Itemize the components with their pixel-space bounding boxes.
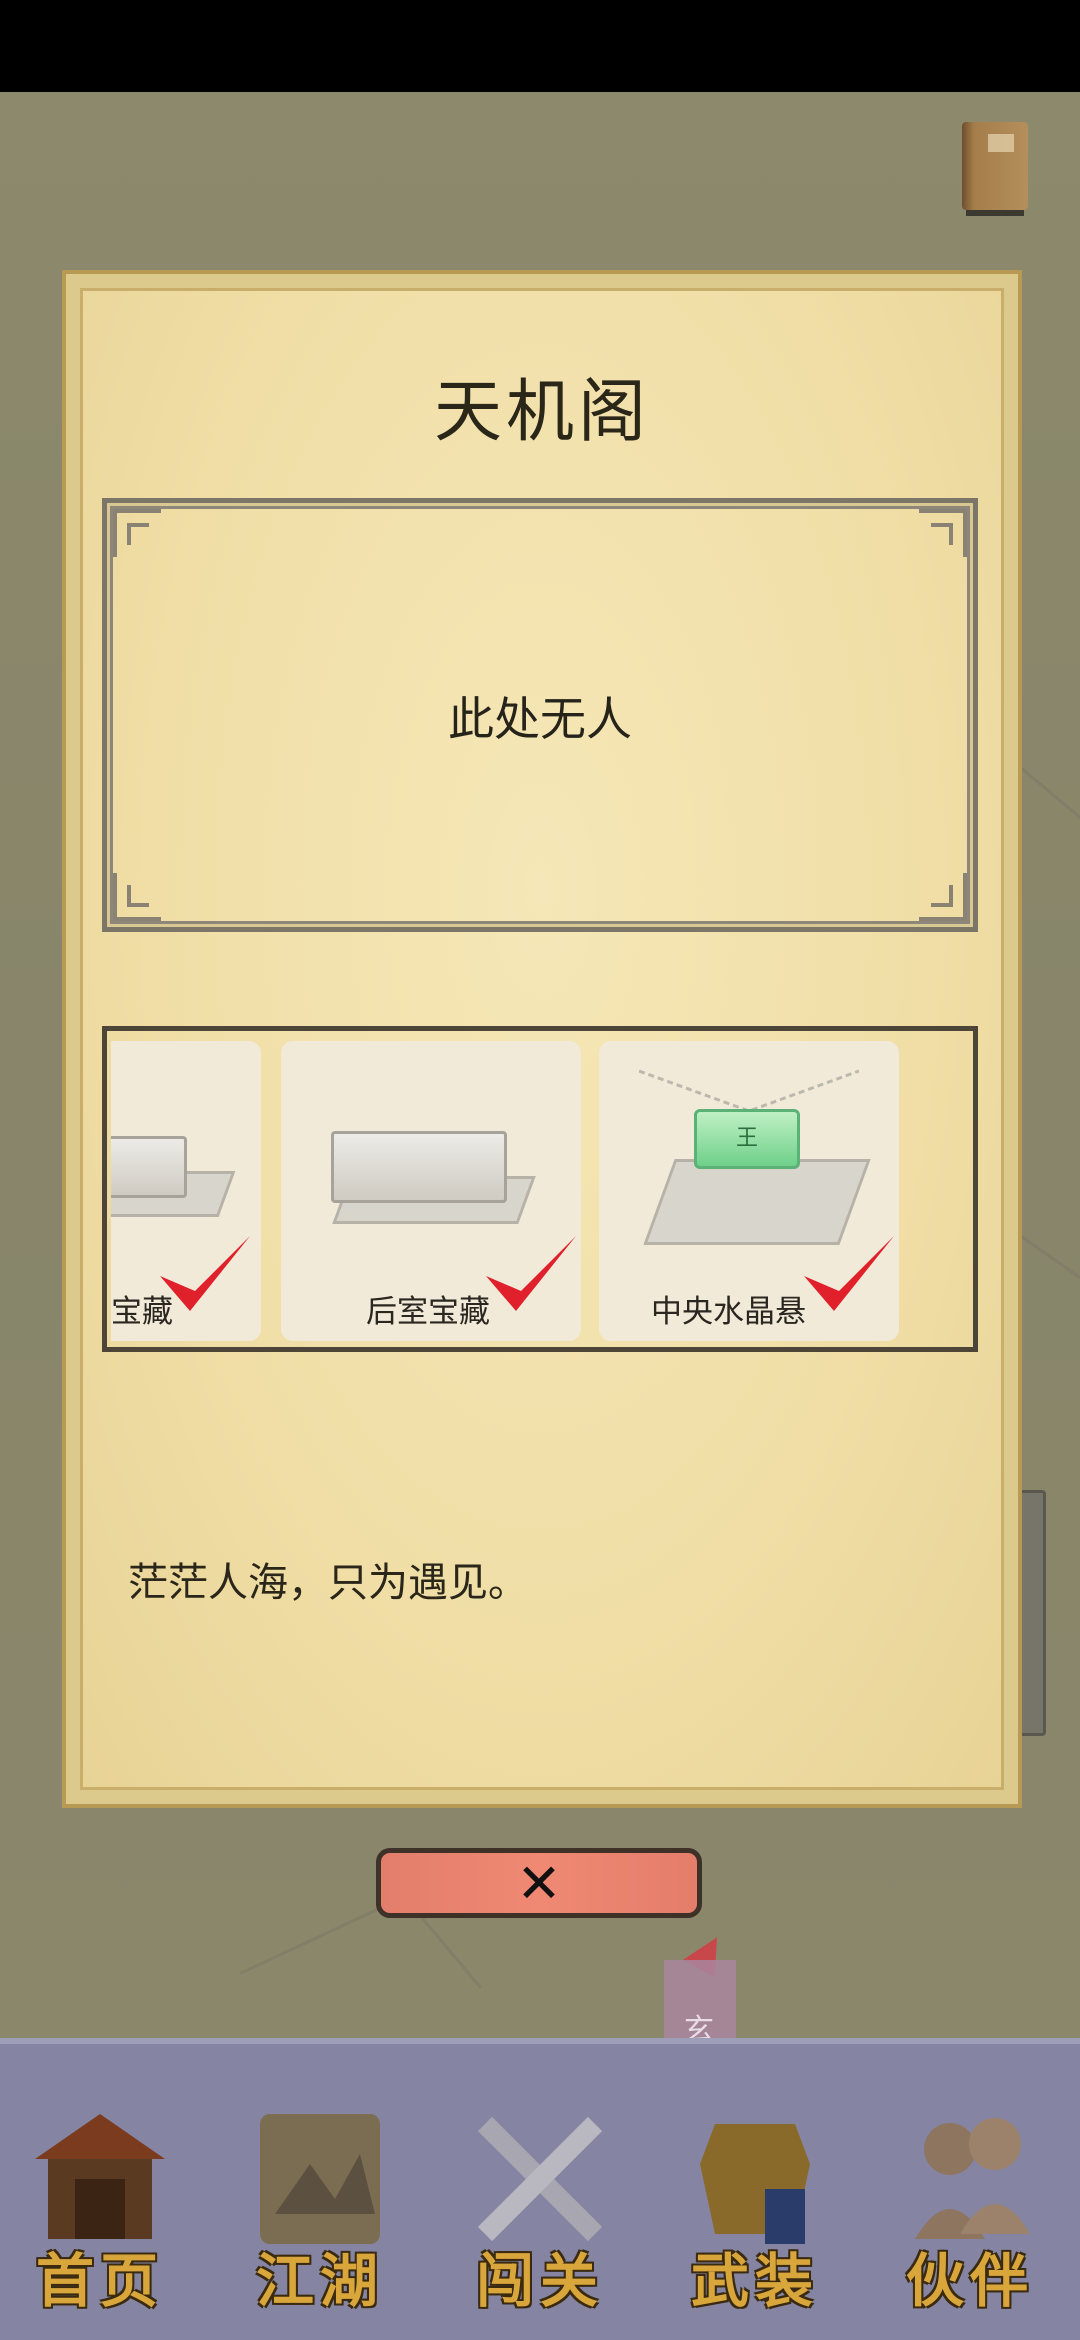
armor-icon: [700, 2124, 810, 2244]
nav-item-home[interactable]: 首页: [10, 2104, 190, 2315]
close-x-icon: ✕: [516, 1852, 562, 1915]
stone-block: [331, 1131, 507, 1203]
nav-label: 闯关: [475, 2247, 604, 2315]
carousel-card[interactable]: 后室宝藏: [281, 1041, 581, 1341]
portrait-frame: 此处无人: [102, 498, 978, 932]
bottom-nav: 首页 江湖 闯关 武装 伙伴: [0, 2038, 1080, 2340]
nav-item-armory[interactable]: 武装: [665, 2104, 845, 2315]
pavilion-icon: [35, 2114, 165, 2239]
check-icon: [160, 1236, 250, 1311]
close-button[interactable]: ✕: [376, 1848, 702, 1918]
status-bar: [0, 0, 1080, 92]
frame-corner-ornament: [919, 873, 967, 921]
book-icon[interactable]: [962, 122, 1028, 210]
frame-corner-ornament: [113, 873, 161, 921]
frame-corner-ornament: [919, 509, 967, 557]
nav-label: 首页: [35, 2247, 164, 2315]
nav-item-challenge[interactable]: 闯关: [450, 2104, 630, 2315]
nav-item-companions[interactable]: 伙伴: [880, 2104, 1060, 2315]
nav-item-jianghu[interactable]: 江湖: [230, 2104, 410, 2315]
frame-corner-ornament: [113, 509, 161, 557]
jade-crystal-icon: 王: [694, 1109, 800, 1169]
portrait-empty-text: 此处无人: [448, 692, 632, 746]
side-scroll-icon[interactable]: [1018, 1490, 1046, 1736]
scroll-map-icon: [260, 2114, 380, 2244]
carousel-card[interactable]: 宝藏: [111, 1041, 261, 1341]
treasure-carousel[interactable]: 宝藏 后室宝藏 王 中央水晶悬: [102, 1026, 978, 1352]
check-icon: [804, 1236, 894, 1311]
crossed-swords-icon: [477, 2116, 603, 2242]
nav-label: 江湖: [255, 2247, 384, 2315]
dialog-quote: 茫茫人海，只为遇见。: [128, 1560, 528, 1606]
companions-icon: [915, 2118, 1030, 2239]
check-icon: [486, 1236, 576, 1311]
nav-label: 伙伴: [905, 2247, 1034, 2315]
nav-label: 武装: [690, 2247, 819, 2315]
stone-block: [111, 1136, 187, 1198]
carousel-card[interactable]: 王 中央水晶悬: [599, 1041, 899, 1341]
dialog-title: 天机阁: [433, 373, 650, 452]
